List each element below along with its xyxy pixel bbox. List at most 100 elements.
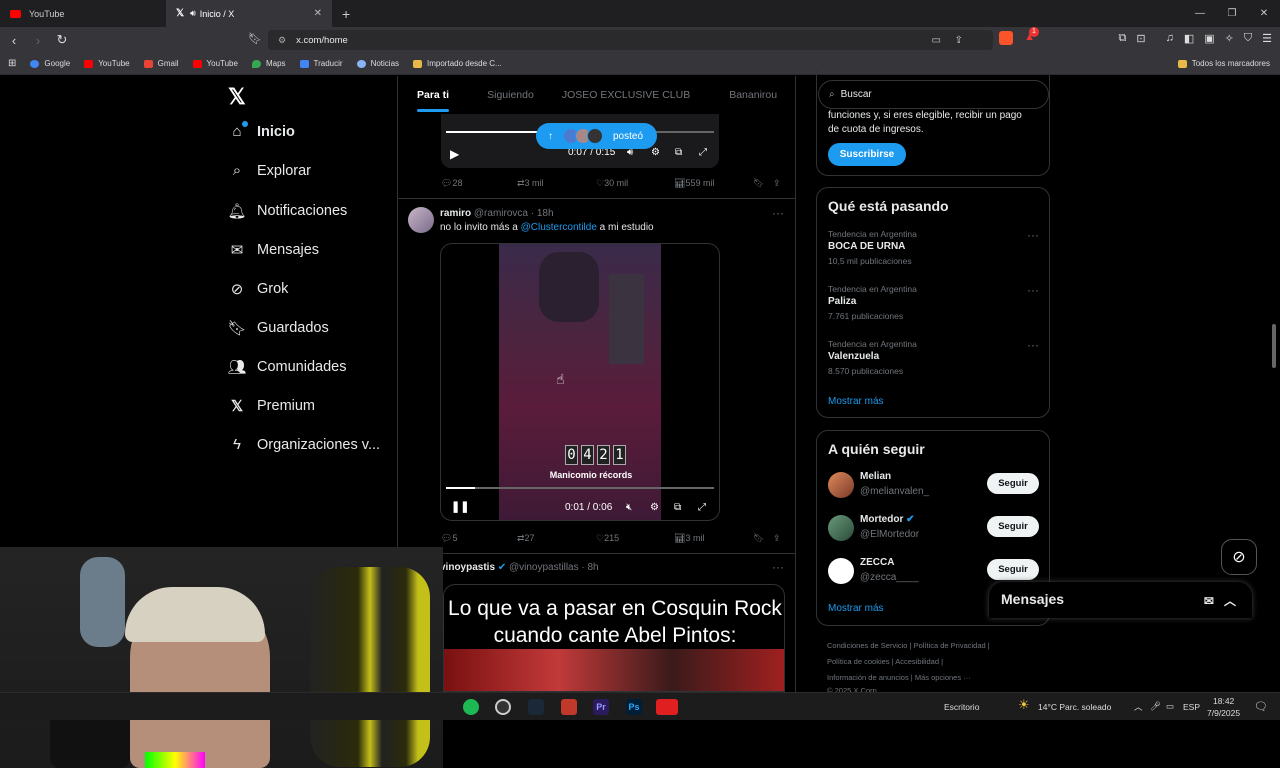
restore-icon[interactable]: ❐: [1216, 8, 1248, 19]
like-button[interactable]: ♡ 30 mil: [596, 178, 628, 189]
menu-icon[interactable]: ☰: [1262, 32, 1272, 45]
close-tab-icon[interactable]: ✕: [314, 8, 322, 19]
cast-icon[interactable]: ▭: [932, 35, 941, 46]
new-posts-pill[interactable]: ↑ posteó: [536, 123, 657, 149]
grok-float-button[interactable]: ⊘: [1221, 539, 1257, 575]
mention-link[interactable]: @Clustercontilde: [521, 222, 597, 233]
pause-icon[interactable]: ❚❚: [451, 500, 469, 513]
more-options-icon[interactable]: ···: [1027, 228, 1039, 242]
show-more-link[interactable]: Mostrar más: [828, 396, 884, 407]
footer-links[interactable]: Condiciones de Servicio | Política de Pr…: [827, 641, 990, 650]
nav-item-mensajes[interactable]: ✉ Mensajes: [226, 241, 319, 259]
follow-button[interactable]: Seguir: [987, 516, 1039, 537]
new-tab-button[interactable]: +: [342, 6, 350, 22]
follow-button[interactable]: Seguir: [987, 473, 1039, 494]
obs-icon[interactable]: [495, 699, 511, 715]
tab-joseo-exclusive-club[interactable]: JOSEO EXCLUSIVE CLUB: [562, 89, 690, 101]
bookmark-page-icon[interactable]: 🔖︎: [248, 32, 262, 45]
bookmark-noticias[interactable]: Noticias: [356, 59, 399, 68]
sidebar-icon[interactable]: ◧: [1184, 32, 1194, 45]
follow-name[interactable]: Melian: [860, 471, 891, 482]
new-message-icon[interactable]: ✉: [1204, 594, 1214, 608]
share-icon[interactable]: ⇪: [773, 178, 781, 189]
minimize-icon[interactable]: —: [1184, 8, 1216, 19]
tab-siguiendo[interactable]: Siguiendo: [487, 89, 534, 101]
weather-text[interactable]: 14°C Parc. soleado: [1038, 702, 1111, 712]
brave-shield-icon[interactable]: [999, 31, 1013, 45]
steam-icon[interactable]: [528, 699, 544, 715]
nav-item-grok[interactable]: ⊘ Grok: [226, 280, 289, 298]
tab-bananirou[interactable]: Bananirou: [729, 89, 777, 101]
vpn-icon[interactable]: ⛉: [1244, 32, 1252, 45]
nav-item-notificaciones[interactable]: 🔔︎ Notificaciones: [226, 202, 347, 220]
page-scrollbar[interactable]: [1272, 324, 1276, 368]
bookmark-traducir[interactable]: Traducir: [299, 59, 343, 68]
settings-icon[interactable]: ⚙︎: [651, 147, 660, 158]
photoshop-icon[interactable]: Ps: [626, 699, 642, 715]
more-options-icon[interactable]: ···: [1027, 338, 1039, 352]
more-options-icon[interactable]: ···: [1027, 283, 1039, 297]
footer-links[interactable]: Información de anuncios | Más opciones ·…: [827, 673, 971, 682]
back-icon[interactable]: ‹: [4, 33, 24, 48]
video-seek-bar[interactable]: [446, 487, 714, 489]
repost-button[interactable]: ⇄ 27: [517, 533, 535, 544]
footer-links[interactable]: Política de cookies | Accesibilidad |: [827, 657, 943, 666]
views-button[interactable]: 📊︎ 559 mil: [674, 178, 714, 189]
follow-button[interactable]: Seguir: [987, 559, 1039, 580]
repost-button[interactable]: ⇄ 3 mil: [517, 178, 544, 189]
network-icon[interactable]: ▭: [1166, 701, 1174, 712]
post-author[interactable]: vinoypastis ✔ @vinoypastillas · 8h: [440, 562, 599, 573]
nav-item-inicio[interactable]: ⌂ Inicio: [226, 121, 295, 140]
subscribe-button[interactable]: Suscribirse: [828, 143, 906, 166]
reload-icon[interactable]: ↻: [52, 32, 72, 48]
tray-chevron-icon[interactable]: ︿: [1134, 701, 1143, 713]
follow-name[interactable]: Mortedor ✔: [860, 514, 915, 525]
bookmark-youtube-2[interactable]: YouTube: [192, 59, 238, 68]
nav-item-guardados[interactable]: 🔖︎ Guardados: [226, 319, 328, 337]
share-icon[interactable]: ⇪: [773, 533, 781, 544]
leo-icon[interactable]: ✧: [1225, 32, 1234, 45]
close-window-icon[interactable]: ✕: [1248, 8, 1280, 19]
app-icon[interactable]: [656, 699, 678, 715]
music-icon[interactable]: ♫: [1166, 32, 1174, 45]
bookmark-gmail[interactable]: Gmail: [143, 59, 179, 68]
spotify-icon[interactable]: [463, 699, 479, 715]
x-logo-icon[interactable]: 𝕏: [228, 84, 246, 110]
all-bookmarks-folder[interactable]: Todos los marcadores: [1177, 59, 1270, 68]
post-image[interactable]: Lo que va a pasar en Cosquin Rock cuando…: [443, 584, 785, 692]
like-button[interactable]: ♡ 215: [596, 533, 619, 544]
notifications-icon[interactable]: 🗨︎: [1254, 700, 1268, 713]
wallet-icon[interactable]: ▣: [1204, 32, 1214, 45]
forward-icon[interactable]: ›: [28, 33, 48, 48]
bookmark-icon[interactable]: 🔖︎: [753, 533, 764, 544]
views-button[interactable]: 📊︎ 3 mil: [674, 533, 704, 544]
tab-x-home[interactable]: 𝕏 🔊︎ Inicio / X ✕: [166, 0, 332, 27]
nav-item-organizaciones[interactable]: ϟ Organizaciones v...: [226, 436, 380, 453]
avatar[interactable]: [408, 207, 434, 233]
desktop-label[interactable]: Escritorio: [944, 702, 979, 712]
messages-drawer[interactable]: Mensajes ✉ ︿: [989, 582, 1252, 618]
mic-icon[interactable]: 🎤︎: [1150, 701, 1161, 712]
premiere-icon[interactable]: Pr: [593, 699, 609, 715]
trend-name[interactable]: Valenzuela: [828, 351, 879, 362]
tab-youtube[interactable]: YouTube: [0, 0, 166, 27]
reply-button[interactable]: 💬︎ 5: [441, 533, 457, 544]
show-more-link[interactable]: Mostrar más: [828, 603, 884, 614]
pip-icon[interactable]: ⧉: [675, 147, 682, 158]
address-bar[interactable]: ⚙︎ x.com/home ▭ ⇪ ▲ 1: [268, 27, 1039, 50]
more-options-icon[interactable]: ···: [772, 206, 784, 220]
clock-date[interactable]: 7/9/2025: [1207, 708, 1240, 718]
bookmark-youtube[interactable]: YouTube: [84, 59, 130, 68]
clock-time[interactable]: 18:42: [1213, 696, 1234, 706]
nav-item-premium[interactable]: 𝕏 Premium: [226, 397, 315, 415]
post-video-player[interactable]: 0 4 2 1 Manicomio récords ❚❚ 0:01 / 0:06…: [440, 243, 720, 521]
screenshot-icon[interactable]: ⊡: [1136, 32, 1145, 45]
settings-icon[interactable]: ⚙︎: [650, 502, 659, 513]
app-icon[interactable]: [561, 699, 577, 715]
follow-name[interactable]: ZECCA: [860, 557, 894, 568]
trend-name[interactable]: BOCA DE URNA: [828, 241, 905, 252]
apps-grid-icon[interactable]: ⊞: [8, 58, 16, 69]
site-info-icon[interactable]: ⚙︎: [278, 35, 286, 46]
nav-item-comunidades[interactable]: 👥︎ Comunidades: [226, 358, 346, 376]
bookmark-google[interactable]: Google: [30, 59, 70, 68]
